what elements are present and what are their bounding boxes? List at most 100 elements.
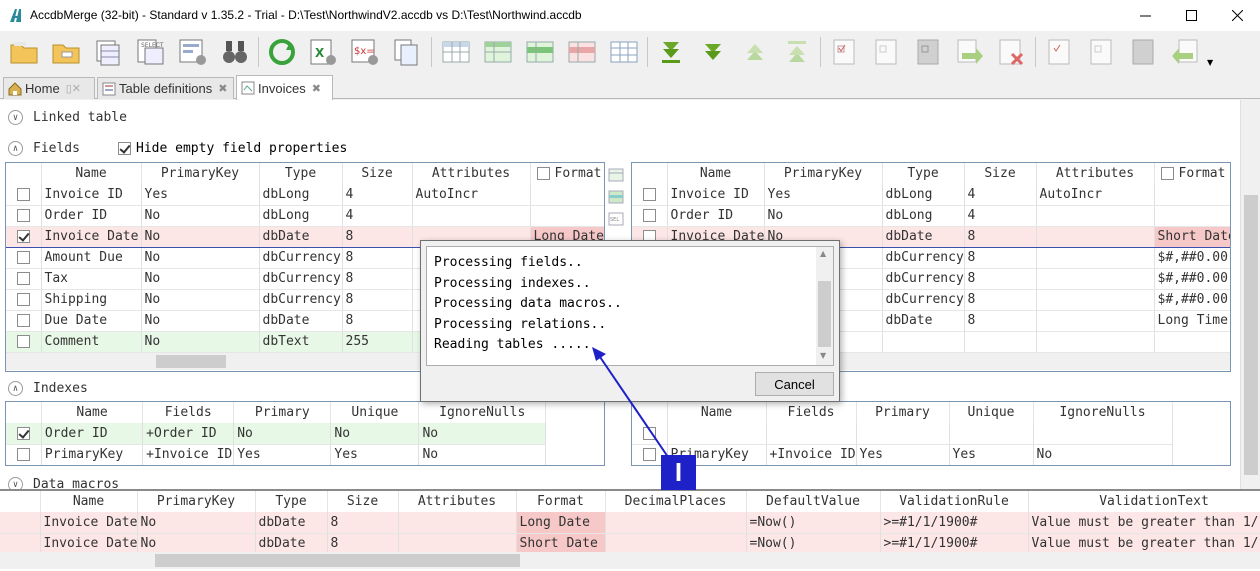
column-header[interactable]: Primary [856, 402, 950, 423]
table-cell[interactable]: 8 [964, 268, 1037, 290]
row-select-cell[interactable] [6, 268, 42, 290]
apply-left-icon[interactable] [1169, 36, 1201, 68]
row-checkbox[interactable] [16, 187, 30, 201]
table-cell[interactable]: No [137, 512, 256, 534]
column-header[interactable]: IgnoreNulls [1033, 402, 1173, 423]
table-row[interactable]: Invoice Date No dbDate 8 Long Date =Now() >=#1… [0, 512, 1260, 534]
row-select-cell[interactable] [6, 423, 42, 445]
close-window-button[interactable] [1214, 0, 1260, 31]
formula-settings-icon[interactable]: $x= [349, 36, 381, 68]
row-checkbox[interactable] [16, 426, 30, 440]
row-select-cell[interactable] [6, 331, 42, 353]
gray-document-right-icon[interactable] [1127, 36, 1159, 68]
row-select-cell[interactable] [6, 247, 42, 269]
table-cell[interactable] [856, 423, 950, 445]
tables-icon[interactable] [93, 36, 125, 68]
row-checkbox[interactable] [16, 335, 30, 348]
scrollbar-thumb[interactable] [156, 355, 226, 368]
check-document-icon[interactable] [828, 36, 860, 68]
check-document-right-icon[interactable] [1043, 36, 1075, 68]
hide-empty-checkbox-row[interactable]: Hide empty field properties [118, 141, 347, 156]
table-cell[interactable]: 8 [327, 512, 399, 534]
table-cell[interactable]: 8 [342, 247, 413, 269]
grid-identical-icon[interactable] [608, 36, 640, 68]
row-checkbox[interactable] [642, 426, 656, 440]
table-cell[interactable] [398, 512, 517, 534]
apply-right-icon[interactable] [954, 36, 986, 68]
table-cell[interactable]: dbDate [255, 512, 328, 534]
open-folder-compare-icon[interactable] [50, 36, 82, 68]
table-cell[interactable]: Short Date [1154, 225, 1230, 248]
column-header[interactable]: Size [964, 163, 1037, 184]
table-cell[interactable] [1036, 331, 1155, 353]
column-header[interactable]: Name [667, 402, 767, 423]
table-cell[interactable] [1036, 225, 1155, 248]
table-row[interactable]: Order ID No dbLong 4 [632, 205, 1230, 227]
table-cell[interactable] [398, 533, 517, 555]
tab-table-definitions-close-icon[interactable]: ✖ [218, 82, 227, 95]
column-header[interactable]: Name [41, 163, 142, 184]
table-cell[interactable]: PrimaryKey [41, 444, 144, 465]
row-select-cell[interactable] [0, 533, 41, 555]
column-header[interactable]: Name [40, 491, 138, 512]
table-row[interactable]: Invoice Date No dbDate 8 Short Date =Now() >=#… [0, 533, 1260, 555]
table-cell[interactable]: No [141, 247, 260, 269]
grid-added-small-icon[interactable] [608, 189, 624, 205]
table-cell[interactable]: +Order ID [142, 423, 235, 445]
table-row[interactable]: PrimaryKey +Invoice ID Yes Yes No [6, 444, 546, 465]
chevron-down-icon[interactable]: ∨ [8, 110, 23, 125]
table-cell[interactable]: 8 [964, 289, 1037, 311]
hide-empty-checkbox[interactable] [118, 142, 131, 155]
row-select-cell[interactable] [6, 444, 42, 465]
table-cell[interactable]: Yes [764, 184, 883, 206]
table-cell[interactable]: dbCurrency [259, 268, 343, 290]
table-row[interactable] [632, 423, 1173, 445]
column-header[interactable]: DefaultValue [746, 491, 881, 512]
row-select-cell[interactable] [632, 423, 668, 445]
table-cell[interactable] [964, 331, 1037, 353]
table-cell[interactable]: 8 [327, 533, 399, 555]
table-cell[interactable] [1036, 247, 1155, 269]
row-checkbox[interactable] [16, 230, 30, 243]
grid-new-icon[interactable] [524, 36, 556, 68]
column-header[interactable]: ValidationText [1028, 491, 1260, 512]
column-header[interactable]: Attributes [1036, 163, 1155, 184]
table-cell[interactable]: dbCurrency [882, 268, 965, 290]
column-header[interactable]: Type [882, 163, 965, 184]
section-data-macros[interactable]: ∨ Data macros [8, 477, 119, 489]
table-cell[interactable]: 8 [342, 268, 413, 290]
format-column-checkbox[interactable] [1160, 167, 1174, 180]
table-row[interactable]: Invoice ID Yes dbLong 4 AutoIncr [632, 184, 1230, 206]
scrollbar-thumb[interactable] [1244, 195, 1258, 475]
table-cell[interactable]: Yes [141, 184, 260, 206]
table-cell[interactable]: Invoice ID [667, 184, 765, 206]
table-cell[interactable] [1036, 268, 1155, 290]
format-column-checkbox[interactable] [536, 167, 550, 180]
sql-query-icon[interactable]: SELECT [135, 36, 167, 68]
table-cell[interactable]: dbDate [259, 225, 343, 248]
copy-document-icon[interactable] [391, 36, 423, 68]
detail-hscrollbar[interactable] [0, 552, 1260, 569]
table-cell[interactable]: No [137, 533, 256, 555]
table-cell[interactable]: No [418, 423, 546, 445]
table-cell[interactable]: AutoIncr [1036, 184, 1155, 206]
blank-document-right-icon[interactable] [1085, 36, 1117, 68]
table-cell[interactable]: Amount Due [41, 247, 142, 269]
gray-document-icon[interactable] [912, 36, 944, 68]
table-cell[interactable] [605, 512, 747, 534]
row-select-cell[interactable] [6, 184, 42, 206]
column-header[interactable]: Fields [142, 402, 235, 423]
table-cell[interactable]: No [1033, 444, 1173, 465]
column-header[interactable]: ValidationRule [880, 491, 1029, 512]
table-cell[interactable]: Invoice ID [41, 184, 142, 206]
table-cell[interactable] [949, 423, 1034, 445]
main-vertical-scrollbar[interactable] [1240, 100, 1260, 489]
table-cell[interactable]: dbDate [882, 225, 965, 248]
table-cell[interactable]: 8 [964, 247, 1037, 269]
table-cell[interactable] [1154, 184, 1230, 206]
row-checkbox[interactable] [16, 314, 30, 327]
row-select-cell[interactable] [6, 289, 42, 311]
column-header[interactable]: Unique [949, 402, 1034, 423]
export-excel-icon[interactable]: X [307, 36, 339, 68]
scrollbar-thumb[interactable] [818, 281, 831, 347]
